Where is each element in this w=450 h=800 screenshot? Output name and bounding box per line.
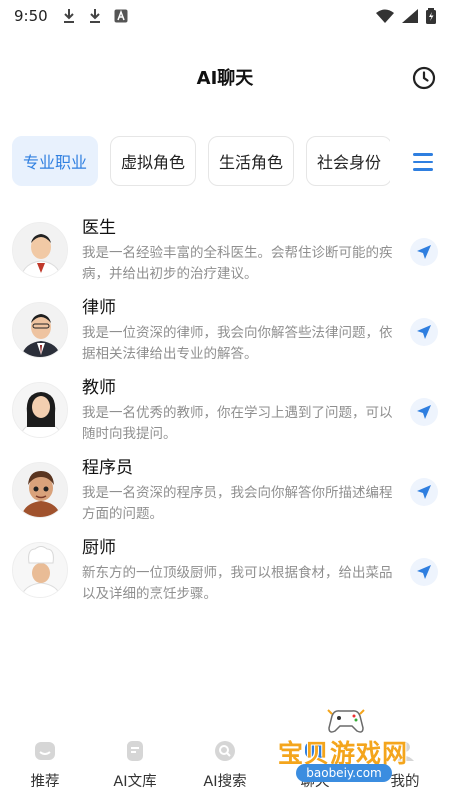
watermark-url: baobeiy.com: [296, 764, 392, 782]
role-item-chef[interactable]: 厨师 新东方的一位顶级厨师，我可以根据食材，给出菜品以及详细的烹饪步骤。: [0, 536, 450, 616]
nav-item-search[interactable]: AI搜索: [180, 730, 270, 800]
document-icon: [122, 738, 148, 764]
category-tabs-scroll[interactable]: 专业职业 虚拟角色 生活角色 社会身份: [12, 136, 390, 188]
page-title: AI聊天: [196, 68, 254, 89]
tab-social-identity[interactable]: 社会身份: [306, 136, 390, 186]
role-item-lawyer[interactable]: 律师 我是一位资深的律师，我会向你解答些法律问题，依据相关法律给出专业的解答。: [0, 296, 450, 376]
role-text: 律师 我是一位资深的律师，我会向你解答些法律问题，依据相关法律给出专业的解答。: [82, 296, 400, 365]
role-item-teacher[interactable]: 教师 我是一名优秀的教师，你在学习上遇到了问题，可以随时向我提问。: [0, 376, 450, 456]
status-system-icons: [376, 8, 436, 24]
status-time: 9:50: [14, 7, 48, 25]
paper-plane-icon: [417, 325, 431, 339]
role-description: 我是一名优秀的教师，你在学习上遇到了问题，可以随时向我提问。: [82, 405, 393, 442]
status-bar: 9:50: [0, 0, 450, 32]
history-button[interactable]: [410, 64, 438, 92]
tab-professional[interactable]: 专业职业: [12, 136, 98, 186]
role-name: 医生: [82, 218, 116, 238]
programmer-avatar: [12, 462, 68, 518]
role-name: 程序员: [82, 458, 133, 478]
status-notification-icons: [62, 8, 128, 24]
menu-icon-bar: [413, 153, 433, 156]
app-header: AI聊天: [0, 56, 450, 98]
tab-life-role[interactable]: 生活角色: [208, 136, 294, 186]
signal-icon: [402, 9, 418, 23]
category-tabs: 专业职业 虚拟角色 生活角色 社会身份: [12, 136, 438, 188]
menu-icon-bar: [413, 168, 433, 171]
nav-label: 推荐: [30, 774, 60, 790]
nav-item-library[interactable]: AI文库: [90, 730, 180, 800]
paper-plane-icon: [417, 565, 431, 579]
role-text: 厨师 新东方的一位顶级厨师，我可以根据食材，给出菜品以及详细的烹饪步骤。: [82, 536, 400, 605]
tab-virtual-role[interactable]: 虚拟角色: [110, 136, 196, 186]
role-item-doctor[interactable]: 医生 我是一名经验丰富的全科医生。会帮住诊断可能的疾病，并给出初步的治疗建议。: [0, 216, 450, 296]
send-button[interactable]: [410, 398, 438, 426]
paper-plane-icon: [417, 485, 431, 499]
search-icon: [212, 738, 238, 764]
lawyer-avatar: [12, 302, 68, 358]
gamepad-icon: [327, 709, 365, 733]
role-name: 教师: [82, 378, 116, 398]
home-icon: [32, 738, 58, 764]
nav-label: AI搜索: [203, 774, 247, 790]
role-description: 我是一名资深的程序员，我会向你解答你所描述编程方面的问题。: [82, 485, 393, 522]
role-item-programmer[interactable]: 程序员 我是一名资深的程序员，我会向你解答你所描述编程方面的问题。: [0, 456, 450, 536]
role-name: 厨师: [82, 538, 116, 558]
download-icon: [89, 9, 100, 23]
chef-avatar: [12, 542, 68, 598]
app-notification-icon: [114, 9, 128, 23]
send-button[interactable]: [410, 318, 438, 346]
paper-plane-icon: [417, 405, 431, 419]
nav-item-recommend[interactable]: 推荐: [0, 730, 90, 800]
send-button[interactable]: [410, 558, 438, 586]
role-name: 律师: [82, 298, 116, 318]
wifi-icon: [376, 9, 394, 23]
download-icon: [63, 9, 74, 23]
nav-label: AI文库: [113, 774, 157, 790]
doctor-avatar: [12, 222, 68, 278]
role-text: 医生 我是一名经验丰富的全科医生。会帮住诊断可能的疾病，并给出初步的治疗建议。: [82, 216, 400, 285]
category-menu-button[interactable]: [408, 147, 438, 177]
send-button[interactable]: [410, 478, 438, 506]
clock-icon: [412, 66, 436, 90]
role-description: 我是一名经验丰富的全科医生。会帮住诊断可能的疾病，并给出初步的治疗建议。: [82, 245, 393, 282]
battery-icon: [426, 8, 436, 24]
paper-plane-icon: [417, 245, 431, 259]
role-text: 程序员 我是一名资深的程序员，我会向你解答你所描述编程方面的问题。: [82, 456, 400, 525]
send-button[interactable]: [410, 238, 438, 266]
role-description: 新东方的一位顶级厨师，我可以根据食材，给出菜品以及详细的烹饪步骤。: [82, 565, 393, 602]
watermark: 宝贝游戏网 baobeiy.com: [272, 706, 424, 792]
teacher-avatar: [12, 382, 68, 438]
role-text: 教师 我是一名优秀的教师，你在学习上遇到了问题，可以随时向我提问。: [82, 376, 400, 445]
menu-icon-bar: [413, 160, 433, 164]
role-description: 我是一位资深的律师，我会向你解答些法律问题，依据相关法律给出专业的解答。: [82, 325, 393, 362]
role-list: 医生 我是一名经验丰富的全科医生。会帮住诊断可能的疾病，并给出初步的治疗建议。 …: [0, 216, 450, 616]
